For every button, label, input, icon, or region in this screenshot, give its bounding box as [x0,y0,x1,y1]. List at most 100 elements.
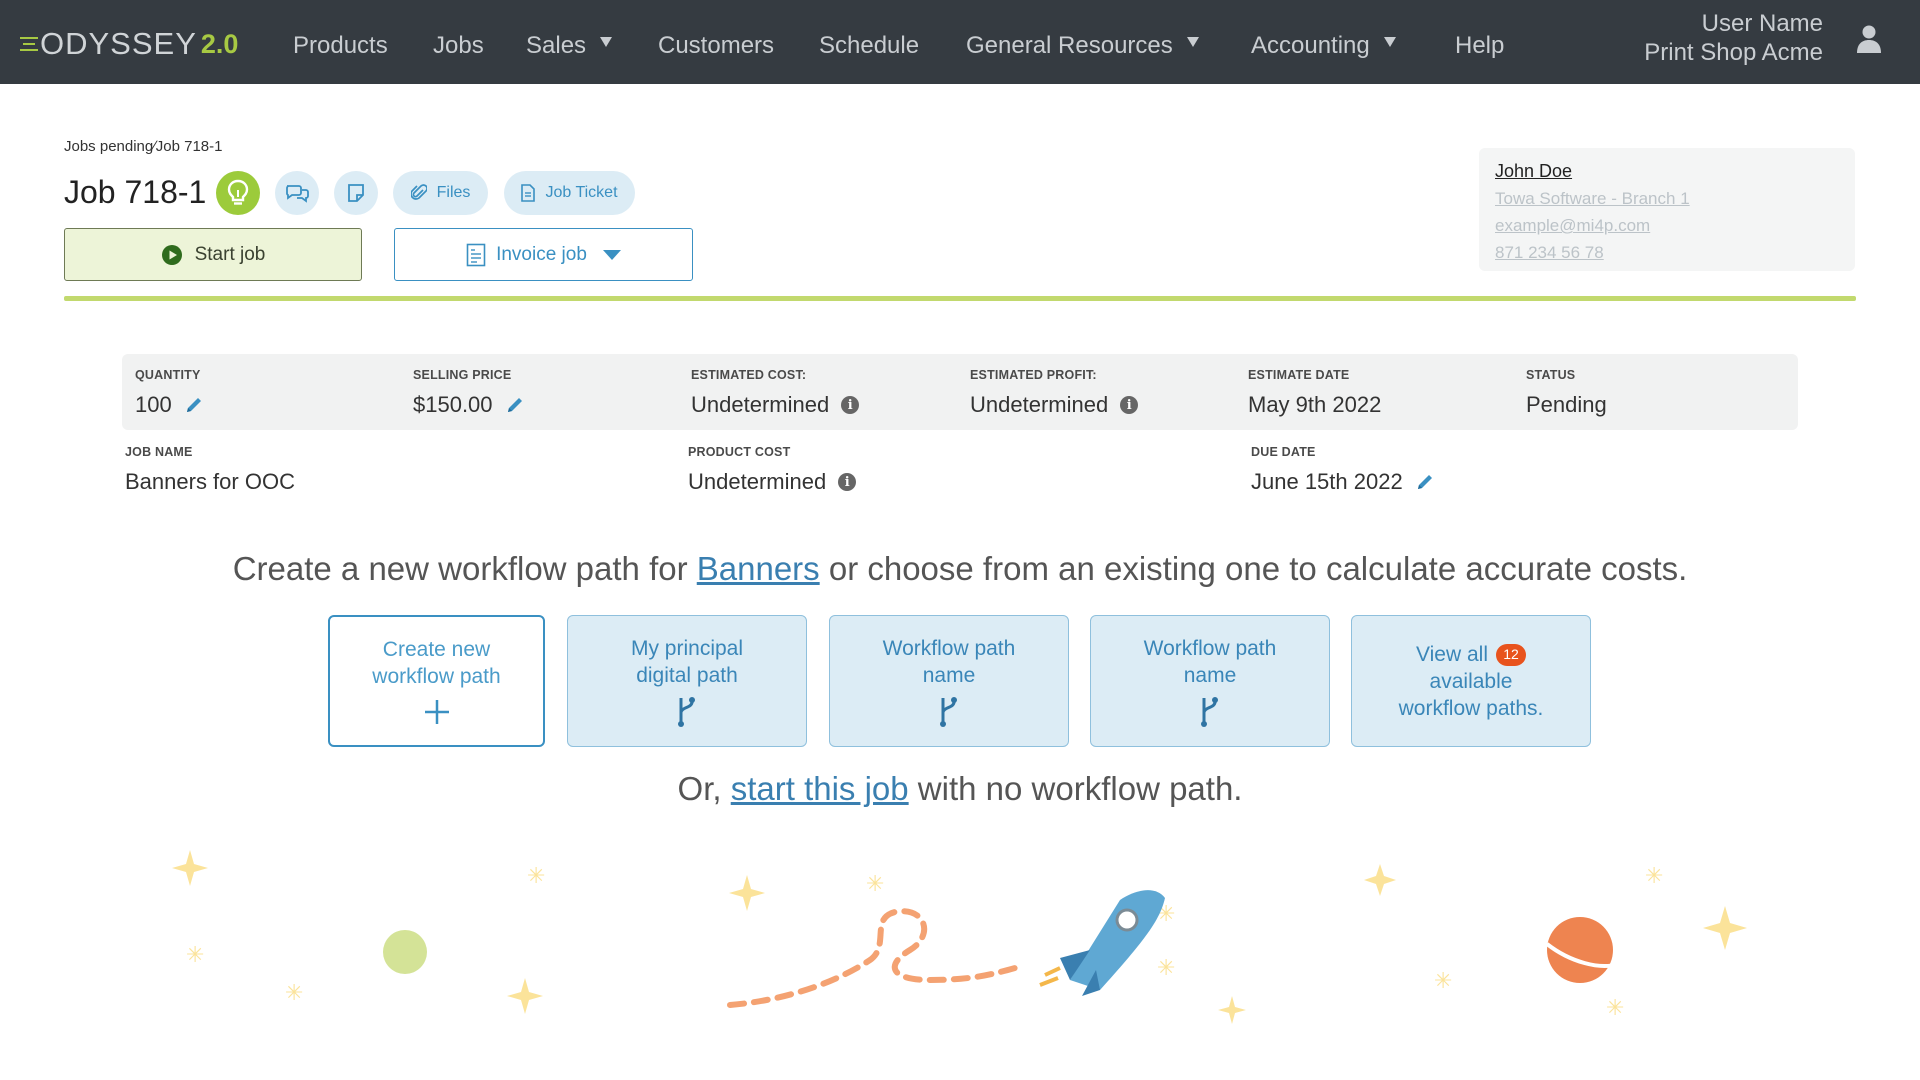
stat-estimated-cost-label: ESTIMATED COST: [691,368,807,382]
stat-status: STATUS Pending [1526,368,1607,418]
nav-accounting[interactable]: Accounting [1251,32,1396,60]
stat-due-date-label: DUE DATE [1251,445,1316,459]
workflow-path-line2: name [1183,664,1237,687]
no-workflow-post: with no workflow path. [908,770,1243,807]
workflow-headline: Create a new workflow path for Banners o… [0,550,1920,588]
nav-products[interactable]: Products [293,32,388,60]
start-without-workflow-link[interactable]: start this job [731,770,909,807]
invoice-job-label: Invoice job [496,243,587,265]
no-workflow-prompt: Or, start this job with no workflow path… [0,770,1920,808]
invoice-job-button[interactable]: Invoice job [394,228,693,281]
svg-text:✳: ✳ [285,981,303,1006]
nav-sales[interactable]: Sales [526,32,613,60]
branch-icon [1201,697,1218,727]
create-workflow-path-button[interactable]: Create new workflow path [328,615,545,747]
stat-estimated-profit-value: Undetermined [970,392,1109,417]
nav-schedule-label: Schedule [819,32,920,59]
info-icon[interactable]: i [841,396,860,414]
view-all-line2: available [1429,669,1513,693]
product-link[interactable]: Banners [697,550,820,587]
note-icon [348,184,364,202]
odyssey-logo[interactable]: ODYSSEY 2.0 [20,26,238,62]
stat-selling-price: SELLING PRICE $150.00 [413,368,525,418]
stat-job-name-value: Banners for OOC [125,469,295,494]
job-ticket-label: Job Ticket [545,184,618,201]
nav-accounting-label: Accounting [1251,32,1370,59]
stat-quantity-value: 100 [135,392,172,417]
workflow-path-line2: digital path [636,664,738,687]
workflow-path-line1: My principal [630,637,744,660]
svg-text:✳: ✳ [1645,864,1663,889]
rocket-icon [1039,890,1165,996]
comments-button[interactable] [275,171,319,215]
user-menu[interactable]: User Name Print Shop Acme [1644,9,1823,67]
pencil-icon[interactable] [1415,472,1435,492]
workflow-path-line2: name [922,664,976,687]
stat-job-name-label: JOB NAME [125,445,193,459]
logo-version: 2.0 [200,28,239,59]
stat-estimated-profit-label: ESTIMATED PROFIT: [970,368,1097,382]
contact-phone[interactable]: 871 234 56 78 [1495,239,1839,266]
chevron-down-icon [1186,37,1199,47]
svg-text:✳: ✳ [1606,996,1624,1021]
nav-sales-label: Sales [526,32,587,59]
nav-jobs[interactable]: Jobs [433,32,484,60]
workflow-path-card[interactable]: Workflow path name [829,615,1069,747]
stat-product-cost: PRODUCT COST Undetermined i [688,445,857,495]
ringed-planet-icon [1545,917,1619,983]
workflow-path-line1: Workflow path [1143,637,1277,660]
stat-quantity: QUANTITY 100 [135,368,204,418]
contact-company[interactable]: Towa Software - Branch 1 [1495,185,1839,212]
nav-customers-label: Customers [658,32,775,59]
job-ticket-button[interactable]: Job Ticket [504,171,635,215]
header-divider [64,296,1856,301]
stat-due-date-value: June 15th 2022 [1251,469,1403,494]
contact-name[interactable]: John Doe [1495,158,1839,185]
info-icon[interactable]: i [1120,396,1139,414]
stat-status-value: Pending [1526,392,1607,417]
stat-selling-price-label: SELLING PRICE [413,368,512,382]
job-stats-bar: QUANTITY 100 SELLING PRICE $150.00 ESTIM… [122,354,1798,430]
user-name: User Name [1701,10,1823,37]
nav-products-label: Products [293,32,388,59]
nav-general-resources-label: General Resources [966,32,1173,59]
start-job-button[interactable]: Start job [64,228,362,281]
stat-selling-price-value: $150.00 [413,392,493,417]
contact-email[interactable]: example@mi4p.com [1495,212,1839,239]
page-title: Job 718-1 [64,174,207,210]
svg-text:✳: ✳ [186,943,204,968]
plus-icon [424,700,449,724]
workflow-path-card[interactable]: Workflow path name [1090,615,1330,747]
branch-icon [678,697,695,727]
user-icon[interactable] [1856,24,1882,54]
nav-customers[interactable]: Customers [658,32,774,60]
workflow-path-card[interactable]: My principal digital path [567,615,807,747]
stat-estimate-date-label: ESTIMATE DATE [1248,368,1350,382]
pencil-icon[interactable] [184,395,204,415]
stat-status-label: STATUS [1526,368,1576,382]
customer-contact-card: John Doe Towa Software - Branch 1 exampl… [1479,148,1855,271]
view-all-line3: workflow paths. [1398,696,1544,720]
stat-estimated-cost: ESTIMATED COST: Undetermined i [691,368,860,418]
pencil-icon[interactable] [505,395,525,415]
rocket-trail-icon [727,908,1018,1008]
nav-schedule[interactable]: Schedule [819,32,919,60]
top-navbar: ODYSSEY 2.0 Products Jobs Sales Customer… [0,0,1920,84]
stat-estimate-date: ESTIMATE DATE May 9th 2022 [1248,368,1381,418]
breadcrumb[interactable]: Jobs pending∕Job 718-1 [64,138,222,155]
nav-general-resources[interactable]: General Resources [966,32,1199,60]
notes-button[interactable] [334,171,378,215]
stat-product-cost-label: PRODUCT COST [688,445,791,459]
count-badge: 12 [1495,643,1526,666]
nav-help[interactable]: Help [1455,32,1504,60]
document-icon [521,184,536,202]
view-all-workflow-paths-button[interactable]: View all 12 available workflow paths. [1351,615,1591,747]
create-workflow-line1: Create new [382,638,491,661]
info-icon[interactable]: i [838,473,857,491]
stat-job-name: JOB NAME Banners for OOC [125,445,295,495]
workflow-headline-post: or choose from an existing one to calcul… [819,550,1688,587]
files-button[interactable]: Files [393,171,488,215]
no-workflow-pre: Or, [677,770,731,807]
comments-icon [286,185,309,203]
lightbulb-button[interactable] [216,171,260,215]
